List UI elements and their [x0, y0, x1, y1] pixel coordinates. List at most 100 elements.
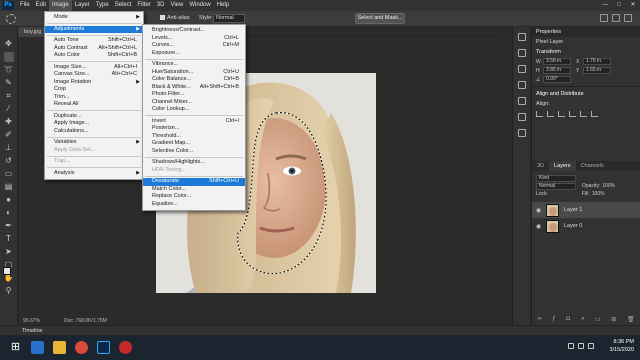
- healing-tool-icon[interactable]: ✚: [4, 117, 14, 127]
- zoom-level[interactable]: 95.67%: [23, 317, 40, 325]
- menu-type[interactable]: Type: [93, 0, 112, 11]
- menu-filter[interactable]: Filter: [134, 0, 153, 11]
- menu-item-color-lookup[interactable]: Color Lookup...: [143, 106, 245, 114]
- menu-item-invert[interactable]: Invert Ctrl+I: [143, 118, 245, 126]
- eyedropper-tool-icon[interactable]: ⁄: [4, 104, 14, 114]
- menu-item-desaturate[interactable]: Desaturate Shift+Ctrl+U: [143, 178, 245, 186]
- menu-item-calculations[interactable]: Calculations...: [45, 128, 143, 136]
- transform-heading[interactable]: Transform: [532, 47, 640, 57]
- history-brush-icon[interactable]: ↺: [4, 156, 14, 166]
- tab-layers[interactable]: Layers: [549, 161, 576, 171]
- lasso-tool-icon[interactable]: ➰: [4, 65, 14, 75]
- angle-field[interactable]: 0.00°: [543, 76, 571, 83]
- pen-tool-icon[interactable]: ✒: [4, 221, 14, 231]
- minimize-button[interactable]: —: [598, 0, 612, 11]
- trash-icon[interactable]: 🗑: [627, 316, 635, 323]
- align-middle-icon[interactable]: [580, 111, 587, 117]
- blur-tool-icon[interactable]: ●: [4, 195, 14, 205]
- menu-item-vibrance[interactable]: Vibrance...: [143, 61, 245, 69]
- adjustment-icon[interactable]: ◑: [581, 316, 585, 323]
- edge-icon[interactable]: [31, 341, 44, 354]
- new-layer-icon[interactable]: ⊞: [611, 316, 616, 323]
- clock[interactable]: 8:36 PM 3/15/2020: [610, 338, 634, 354]
- menu-select[interactable]: Select: [112, 0, 135, 11]
- fill-value[interactable]: 100%: [592, 191, 605, 197]
- photoshop-taskbar-icon[interactable]: [97, 341, 110, 354]
- menu-item-analysis[interactable]: Analysis ▶: [45, 170, 143, 178]
- file-explorer-icon[interactable]: [53, 341, 66, 354]
- menu-item-curves[interactable]: Curves... Ctrl+M: [143, 42, 245, 50]
- menu-item-apply-image[interactable]: Apply Image...: [45, 120, 143, 128]
- menu-item-equalize[interactable]: Equalize...: [143, 201, 245, 209]
- path-select-tool-icon[interactable]: ➤: [4, 247, 14, 257]
- align-heading[interactable]: Align and Distribute: [532, 89, 640, 99]
- timeline-label[interactable]: Timeline: [22, 328, 43, 334]
- paragraph-panel-icon[interactable]: [517, 97, 526, 105]
- menu-item-hue-saturation[interactable]: Hue/Saturation... Ctrl+U: [143, 69, 245, 77]
- network-icon[interactable]: [568, 343, 574, 349]
- width-field[interactable]: 3.58 in: [543, 58, 571, 65]
- menu-item-mode[interactable]: Mode ▶: [45, 14, 143, 22]
- menu-item-color-balance[interactable]: Color Balance... Ctrl+B: [143, 76, 245, 84]
- menu-item-auto-contrast[interactable]: Auto Contrast Alt+Shift+Ctrl+L: [45, 45, 143, 53]
- brush-panel-icon[interactable]: [517, 65, 526, 73]
- folder-icon[interactable]: ▭: [595, 316, 601, 323]
- menu-item-black-white[interactable]: Black & White... Alt+Shift+Ctrl+B: [143, 84, 245, 92]
- blend-mode-select[interactable]: Normal: [536, 182, 576, 190]
- history-panel-icon[interactable]: [517, 33, 526, 41]
- crop-tool-icon[interactable]: ⌗: [4, 91, 14, 101]
- search-icon[interactable]: [600, 14, 608, 22]
- brush-tool-icon[interactable]: ✐: [4, 130, 14, 140]
- quick-select-tool-icon[interactable]: ✎: [4, 78, 14, 88]
- marquee-tool-icon[interactable]: ◌: [3, 52, 14, 62]
- menu-file[interactable]: File: [17, 0, 33, 11]
- eraser-tool-icon[interactable]: ▭: [4, 169, 14, 179]
- align-left-icon[interactable]: [536, 111, 543, 117]
- properties-tab[interactable]: Properties: [532, 27, 640, 37]
- menu-item-brightness-contrast[interactable]: Brightness/Contrast...: [143, 27, 245, 35]
- character-panel-icon[interactable]: [517, 81, 526, 89]
- align-bottom-icon[interactable]: [591, 111, 598, 117]
- zoom-tool-icon[interactable]: ⚲: [4, 286, 14, 296]
- menu-item-duplicate[interactable]: Duplicate...: [45, 113, 143, 121]
- menu-item-replace-color[interactable]: Replace Color...: [143, 193, 245, 201]
- align-center-icon[interactable]: [547, 111, 554, 117]
- recorder-icon[interactable]: [119, 341, 132, 354]
- menu-item-canvas-size[interactable]: Canvas Size... Alt+Ctrl+C: [45, 71, 143, 79]
- menu-3d[interactable]: 3D: [154, 0, 168, 11]
- layer-row[interactable]: ◉ Layer 0: [532, 218, 640, 234]
- volume-icon[interactable]: [578, 343, 584, 349]
- align-right-icon[interactable]: [558, 111, 565, 117]
- menu-item-posterize[interactable]: Posterize...: [143, 125, 245, 133]
- menu-item-variables[interactable]: Variables ▶: [45, 139, 143, 147]
- foreground-color-swatch[interactable]: [3, 267, 11, 275]
- menu-layer[interactable]: Layer: [72, 0, 93, 11]
- height-field[interactable]: 3.85 in: [543, 67, 571, 74]
- menu-item-reveal-all[interactable]: Reveal All: [45, 101, 143, 109]
- menu-item-selective-color[interactable]: Selective Color...: [143, 148, 245, 156]
- battery-icon[interactable]: [588, 343, 594, 349]
- menu-item-exposure[interactable]: Exposure...: [143, 50, 245, 58]
- tab-channels[interactable]: Channels: [576, 161, 609, 171]
- stamp-tool-icon[interactable]: ⊥: [4, 143, 14, 153]
- elliptical-marquee-icon[interactable]: [6, 14, 16, 24]
- move-tool-icon[interactable]: ✥: [4, 39, 14, 49]
- style-select[interactable]: Normal: [213, 14, 245, 23]
- workspace-icon[interactable]: [612, 14, 620, 22]
- antialias-checkbox[interactable]: Anti-alias: [160, 15, 190, 21]
- menu-item-threshold[interactable]: Threshold...: [143, 133, 245, 141]
- maximize-button[interactable]: □: [612, 0, 626, 11]
- menu-edit[interactable]: Edit: [33, 0, 49, 11]
- menu-item-levels[interactable]: Levels... Ctrl+L: [143, 35, 245, 43]
- select-and-mask-button[interactable]: Select and Mask...: [355, 13, 405, 24]
- visibility-eye-icon[interactable]: ◉: [536, 207, 542, 214]
- menu-item-image-size[interactable]: Image Size... Alt+Ctrl+I: [45, 64, 143, 72]
- kind-filter[interactable]: Kind: [536, 174, 576, 182]
- adjust-panel-icon[interactable]: [517, 49, 526, 57]
- align-top-icon[interactable]: [569, 111, 576, 117]
- menu-item-shadows-highlights[interactable]: Shadows/Highlights...: [143, 159, 245, 167]
- visibility-eye-icon[interactable]: ◉: [536, 223, 542, 230]
- tab-3d[interactable]: 3D: [532, 161, 549, 171]
- menu-item-gradient-map[interactable]: Gradient Map...: [143, 140, 245, 148]
- menu-item-auto-tone[interactable]: Auto Tone Shift+Ctrl+L: [45, 37, 143, 45]
